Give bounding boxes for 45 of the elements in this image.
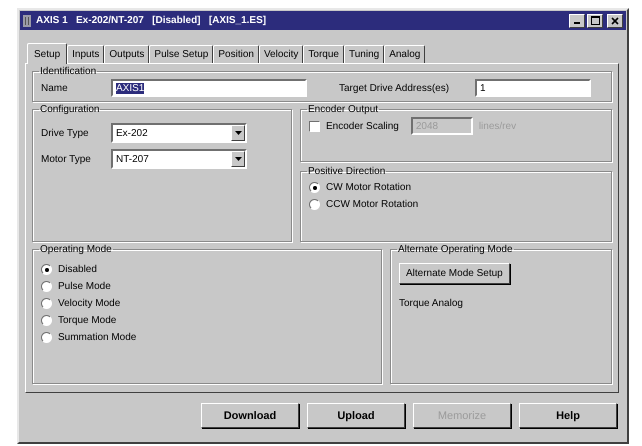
tab[interactable]: Tuning xyxy=(344,45,384,63)
group-title: Configuration xyxy=(39,104,100,115)
name-field[interactable]: AXIS1 xyxy=(111,79,307,97)
radio-option[interactable]: CCW Motor Rotation xyxy=(309,196,603,213)
group-title: Identification xyxy=(39,66,98,77)
radio-option[interactable]: Velocity Mode xyxy=(41,295,373,312)
address-field[interactable]: 1 xyxy=(475,79,591,97)
tab[interactable]: Inputs xyxy=(67,45,104,63)
radio-option[interactable]: Torque Mode xyxy=(41,312,373,329)
tab[interactable]: Position xyxy=(213,45,259,63)
maximize-button[interactable] xyxy=(587,14,603,28)
dropdown[interactable]: Ex-202 xyxy=(111,123,247,143)
caret-icon xyxy=(234,157,242,161)
group-title: Positive Direction xyxy=(307,166,386,177)
close-button[interactable] xyxy=(607,14,623,28)
tab[interactable]: Setup xyxy=(27,43,68,64)
group-title: Operating Mode xyxy=(39,244,113,255)
field-label: Motor Type xyxy=(41,154,92,164)
minimize-button[interactable] xyxy=(569,14,585,28)
mode-label: Torque Analog xyxy=(399,298,463,309)
window-title: AXIS 1 Ex-202/NT-207 [Disabled] [AXIS_1.ES] xyxy=(36,15,268,26)
tab[interactable]: Analog xyxy=(384,45,426,63)
field-label: Name xyxy=(41,82,69,94)
minimize-icon xyxy=(574,22,580,24)
dropdown[interactable]: NT-207 xyxy=(111,149,247,169)
radio-option[interactable]: Pulse Mode xyxy=(41,278,373,295)
tab[interactable]: Outputs xyxy=(104,45,150,63)
tab[interactable]: Torque xyxy=(303,45,344,63)
radio-option[interactable]: Summation Mode xyxy=(41,329,373,346)
field-label: Drive Type xyxy=(41,128,90,138)
dialog-button[interactable]: Help xyxy=(519,403,617,428)
radio-option[interactable]: Disabled xyxy=(41,261,373,278)
field-label: Target Drive Address(es) xyxy=(339,82,450,94)
dialog-button[interactable]: Upload xyxy=(307,403,405,428)
maximize-icon xyxy=(590,16,600,25)
caret-icon xyxy=(234,131,242,135)
radio-option[interactable]: CW Motor Rotation xyxy=(309,179,603,196)
group-title: Alternate Operating Mode xyxy=(397,244,514,255)
close-icon xyxy=(611,16,619,24)
group-title: Encoder Output xyxy=(307,104,380,115)
dialog-button[interactable]: Download xyxy=(201,403,299,428)
alternate-mode-button[interactable]: Alternate Mode Setup xyxy=(399,263,510,284)
tab[interactable]: Velocity xyxy=(258,45,304,63)
app-icon xyxy=(23,14,31,26)
tab[interactable]: Pulse Setup xyxy=(149,45,214,63)
